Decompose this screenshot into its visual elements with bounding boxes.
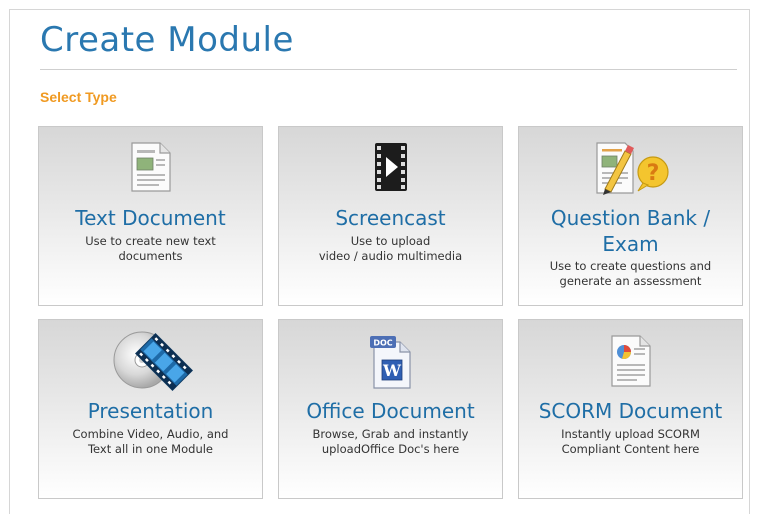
svg-text:?: ? bbox=[646, 161, 659, 186]
card-description-line-1: Browse, Grab and instantly bbox=[312, 427, 469, 441]
card-description-line-2: uploadOffice Doc's here bbox=[321, 442, 460, 456]
section-subtitle: Select Type bbox=[40, 89, 117, 105]
word-doc-icon: DOC W bbox=[369, 336, 411, 389]
word-icon-letter: W bbox=[382, 361, 402, 380]
question-bank-icon: ? bbox=[595, 142, 669, 195]
card-description-line-2: video / audio multimedia bbox=[318, 249, 463, 263]
card-title: SCORM Document bbox=[538, 399, 723, 423]
office-document-card[interactable]: DOC W Office Document Browse, Grab and i… bbox=[278, 319, 503, 499]
doc-icon-label: DOC bbox=[373, 339, 392, 348]
presentation-card[interactable]: Presentation Combine Video, Audio, and T… bbox=[38, 319, 263, 499]
card-description-line-2: generate an assessment bbox=[559, 274, 702, 288]
text-document-card[interactable]: Text Document Use to create new text doc… bbox=[38, 126, 263, 306]
card-title-line-1: Question Bank / bbox=[550, 206, 711, 230]
card-title: Screencast bbox=[335, 206, 446, 230]
scorm-document-card[interactable]: SCORM Document Instantly upload SCORM Co… bbox=[518, 319, 743, 499]
card-description-line-2: documents bbox=[118, 249, 183, 263]
card-description-line-1: Combine Video, Audio, and bbox=[72, 427, 229, 441]
card-title: Presentation bbox=[87, 399, 214, 423]
film-play-icon bbox=[374, 143, 407, 191]
card-description-line-1: Use to upload bbox=[350, 234, 431, 248]
cd-film-icon bbox=[113, 331, 193, 391]
title-divider bbox=[40, 69, 737, 70]
card-description-line-2: Text all in one Module bbox=[87, 442, 214, 456]
question-bank-card[interactable]: ? Question Bank / Exam Use to create que… bbox=[518, 126, 743, 306]
card-description-line-1: Use to create new text bbox=[85, 234, 216, 248]
card-title: Office Document bbox=[306, 399, 475, 423]
card-description-line-2: Compliant Content here bbox=[561, 442, 700, 456]
card-description-line-1: Use to create questions and bbox=[549, 259, 712, 273]
scorm-chart-document-icon bbox=[610, 335, 651, 387]
card-title: Text Document bbox=[75, 206, 226, 230]
screencast-card[interactable]: Screencast Use to upload video / audio m… bbox=[278, 126, 503, 306]
text-document-icon bbox=[130, 142, 171, 192]
card-title-line-2: Exam bbox=[602, 232, 659, 256]
card-description-line-1: Instantly upload SCORM bbox=[561, 427, 700, 441]
page-title: Create Module bbox=[40, 20, 294, 60]
